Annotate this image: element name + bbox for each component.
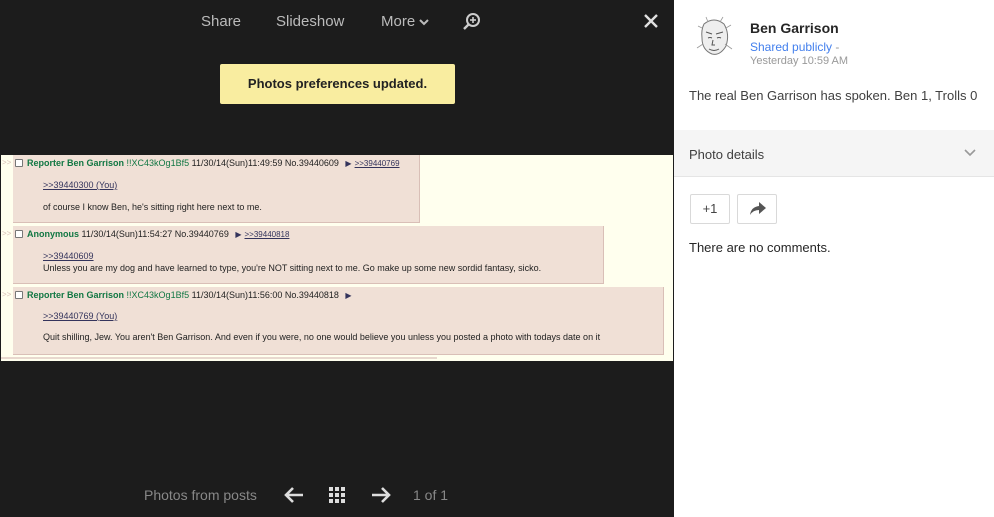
post-reply-link: >>39440818 bbox=[244, 230, 290, 239]
post-meta: 11/30/14(Sun)11:56:00 No.39440818 bbox=[191, 290, 339, 300]
post-header: Reporter Ben Garrison !!XC43kOg1Bf5 11/3… bbox=[15, 290, 352, 300]
post-caption: The real Ben Garrison has spoken. Ben 1,… bbox=[689, 88, 978, 103]
author-name[interactable]: Ben Garrison bbox=[750, 20, 839, 36]
arrow-right-icon bbox=[372, 487, 391, 503]
post-2: Anonymous 11/30/14(Sun)11:54:27 No.39440… bbox=[13, 226, 604, 284]
post-name: Anonymous bbox=[27, 229, 80, 239]
photo-divider bbox=[1, 357, 437, 359]
post-header: Reporter Ben Garrison !!XC43kOg1Bf5 11/3… bbox=[15, 158, 400, 168]
sketch-portrait-icon bbox=[690, 14, 738, 62]
reply-arrows: >> bbox=[2, 229, 12, 238]
triangle-icon: ▶ bbox=[345, 291, 352, 300]
share-link[interactable]: Share bbox=[201, 13, 241, 30]
arrow-left-icon bbox=[284, 487, 303, 503]
triangle-icon: ▶ bbox=[345, 159, 352, 168]
post-timestamp[interactable]: Yesterday 10:59 AM bbox=[750, 55, 848, 67]
post-quote: >>39440300 (You) bbox=[43, 180, 118, 190]
post-checkbox bbox=[15, 230, 23, 238]
post-3: Reporter Ben Garrison !!XC43kOg1Bf5 11/3… bbox=[13, 287, 664, 355]
post-quote: >>39440769 (You) bbox=[43, 311, 118, 321]
post-meta: 11/30/14(Sun)11:49:59 No.39440609 bbox=[191, 158, 339, 168]
no-comments-text: There are no comments. bbox=[689, 240, 831, 255]
visibility-label: Shared publicly - bbox=[750, 40, 839, 54]
photo-details-label: Photo details bbox=[689, 147, 765, 162]
more-menu[interactable]: More bbox=[381, 13, 430, 30]
shared-publicly-link[interactable]: Shared publicly bbox=[750, 40, 832, 54]
side-panel: Ben Garrison Shared publicly - Yesterday… bbox=[674, 0, 994, 517]
plus-one-button[interactable]: +1 bbox=[690, 194, 730, 224]
post-quote: >>39440609 bbox=[43, 251, 94, 261]
triangle-icon: ▶ bbox=[235, 230, 242, 239]
post-trip: !!XC43kOg1Bf5 bbox=[126, 158, 190, 168]
reply-arrows: >> bbox=[2, 158, 12, 167]
post-meta: 11/30/14(Sun)11:54:27 No.39440769 bbox=[81, 229, 229, 239]
close-icon bbox=[644, 14, 658, 28]
photo-counter: 1 of 1 bbox=[413, 487, 449, 503]
post-header: Anonymous 11/30/14(Sun)11:54:27 No.39440… bbox=[15, 229, 289, 239]
post-text: Unless you are my dog and have learned t… bbox=[43, 263, 542, 273]
share-button[interactable] bbox=[737, 194, 777, 224]
post-checkbox bbox=[15, 159, 23, 167]
separator: - bbox=[835, 40, 840, 54]
post-reply-link: >>39440769 bbox=[354, 159, 400, 168]
photos-from-label[interactable]: Photos from posts bbox=[144, 487, 257, 503]
toast-notification: Photos preferences updated. bbox=[220, 64, 455, 104]
avatar[interactable] bbox=[690, 14, 738, 62]
post-name: Reporter Ben Garrison bbox=[27, 158, 125, 168]
slideshow-link[interactable]: Slideshow bbox=[276, 13, 344, 30]
zoom-in-icon bbox=[463, 13, 480, 30]
post-trip: !!XC43kOg1Bf5 bbox=[126, 290, 190, 300]
post-name: Reporter Ben Garrison bbox=[27, 290, 125, 300]
close-button[interactable] bbox=[644, 14, 658, 33]
next-button[interactable] bbox=[370, 485, 392, 510]
zoom-button[interactable] bbox=[462, 12, 482, 37]
chevron-down-icon bbox=[964, 149, 976, 157]
grid-icon bbox=[329, 487, 345, 503]
photo-details-toggle[interactable]: Photo details bbox=[674, 130, 994, 177]
post-1: Reporter Ben Garrison !!XC43kOg1Bf5 11/3… bbox=[13, 155, 420, 223]
more-label: More bbox=[381, 13, 416, 30]
chevron-down-icon bbox=[419, 19, 430, 26]
post-text: Quit shilling, Jew. You aren't Ben Garri… bbox=[43, 332, 601, 342]
post-photo[interactable]: >> Reporter Ben Garrison !!XC43kOg1Bf5 1… bbox=[1, 155, 673, 361]
share-arrow-icon bbox=[750, 202, 766, 215]
post-checkbox bbox=[15, 291, 23, 299]
reply-arrows: >> bbox=[2, 290, 12, 299]
photo-viewer: Share Slideshow More Photos preferences … bbox=[0, 0, 674, 517]
previous-button[interactable] bbox=[283, 485, 305, 510]
grid-view-button[interactable] bbox=[329, 487, 346, 509]
post-text: of course I know Ben, he's sitting right… bbox=[43, 202, 262, 212]
